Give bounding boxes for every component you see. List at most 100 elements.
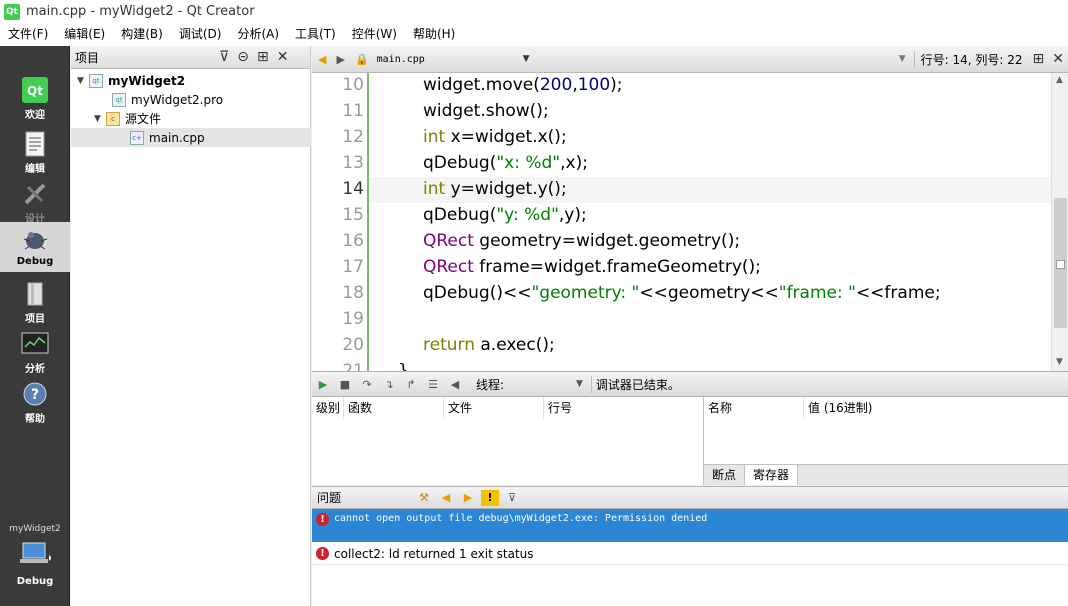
mode-debug[interactable]: Debug	[0, 222, 70, 272]
column-function[interactable]: 函数	[344, 397, 444, 419]
line-number[interactable]: 18	[312, 283, 364, 303]
error-icon: !	[316, 547, 329, 560]
line-number[interactable]: 13	[312, 153, 364, 173]
column-line[interactable]: 行号	[544, 397, 704, 419]
issues-list: ! cannot open output file debug\myWidget…	[312, 509, 1068, 606]
prev-issue-icon[interactable]: ◀	[437, 490, 455, 506]
mode-projects[interactable]: 项目	[0, 276, 70, 326]
issues-header: 问题 ⚒ ◀ ▶ ! ⊽	[312, 486, 1068, 509]
menu-bar: 文件(F) 编辑(E) 构建(B) 调试(D) 分析(A) 工具(T) 控件(W…	[0, 23, 1068, 46]
line-number[interactable]: 21	[312, 361, 364, 371]
step-out-icon[interactable]: ↱	[402, 376, 420, 392]
run-to-line-icon[interactable]: ☰	[424, 376, 442, 392]
column-name[interactable]: 名称	[704, 397, 804, 419]
cursor-position[interactable]: 行号: 14, 列号: 22	[913, 50, 1023, 68]
continue-icon[interactable]: ▶	[314, 376, 332, 392]
close-editor-icon[interactable]: ✕	[1052, 51, 1064, 67]
tree-item-pro-file[interactable]: qt myWidget2.pro	[71, 90, 311, 109]
code-token: "geometry: "	[531, 283, 640, 303]
forward-arrow-icon[interactable]: ▶	[336, 53, 344, 66]
menu-build[interactable]: 构建(B)	[113, 23, 171, 46]
build-issues-icon[interactable]: ⚒	[415, 490, 433, 506]
title-bar: Qt main.cpp - myWidget2 - Qt Creator	[0, 0, 1068, 23]
chevron-down-icon[interactable]: ▼	[523, 54, 530, 64]
mode-analyze[interactable]: 分析	[0, 326, 70, 376]
thread-combo-chevron-icon[interactable]: ▼	[576, 379, 583, 389]
filter-icon[interactable]: ⊽	[219, 49, 229, 65]
scroll-down-icon[interactable]: ▼	[1056, 357, 1063, 367]
tab-registers[interactable]: 寄存器	[745, 465, 799, 485]
step-into-icon[interactable]: ↴	[380, 376, 398, 392]
line-number[interactable]: 10	[312, 75, 364, 95]
issue-row[interactable]: ! collect2: ld returned 1 exit status	[312, 543, 1068, 565]
column-file[interactable]: 文件	[444, 397, 544, 419]
collapse-arrow-icon[interactable]: ▼	[94, 114, 106, 124]
line-number[interactable]: 20	[312, 335, 364, 355]
back-arrow-icon[interactable]: ◀	[318, 53, 326, 66]
thread-label: 线程:	[476, 377, 505, 392]
menu-widgets[interactable]: 控件(W)	[344, 23, 405, 46]
tab-breakpoints[interactable]: 断点	[704, 465, 746, 485]
code-token: );	[610, 75, 623, 95]
line-number[interactable]: 14	[312, 179, 364, 199]
line-number[interactable]: 16	[312, 231, 364, 251]
symbol-chevron-down-icon[interactable]: ▼	[899, 54, 906, 64]
close-icon[interactable]: ✕	[277, 49, 289, 65]
kit-mode: Debug	[16, 576, 54, 587]
code-line: QRect geometry=widget.geometry();	[423, 231, 740, 251]
debugger-status: 调试器已结束。	[590, 375, 680, 393]
tree-item-sources[interactable]: ▼ c 源文件	[71, 109, 311, 128]
column-level[interactable]: 级别	[312, 397, 344, 419]
stop-icon[interactable]: ■	[336, 376, 354, 392]
line-number[interactable]: 15	[312, 205, 364, 225]
column-value-hex[interactable]: 值 (16进制)	[804, 397, 1068, 419]
folder-icon: c	[106, 111, 120, 126]
menu-debug[interactable]: 调试(D)	[171, 23, 230, 46]
line-number[interactable]: 12	[312, 127, 364, 147]
code-line: qDebug("x: %d",x);	[423, 153, 588, 173]
next-issue-icon[interactable]: ▶	[459, 490, 477, 506]
menu-help[interactable]: 帮助(H)	[405, 23, 463, 46]
split-icon[interactable]: ⊞	[257, 49, 269, 65]
scroll-up-icon[interactable]: ▲	[1056, 75, 1063, 85]
mode-welcome[interactable]: Qt 欢迎	[0, 72, 70, 122]
menu-edit[interactable]: 编辑(E)	[56, 23, 113, 46]
menu-file[interactable]: 文件(F)	[0, 23, 56, 46]
reverse-icon[interactable]: ◀	[446, 376, 464, 392]
code-line: qDebug()<<"geometry: "<<geometry<<"frame…	[423, 283, 941, 303]
split-icon[interactable]: ⊞	[1033, 51, 1045, 67]
line-number[interactable]: 17	[312, 257, 364, 277]
issue-text: collect2: ld returned 1 exit status	[334, 547, 534, 561]
editor-toolbar: ◀ ▶ 🔒 main.cpp ▼ ▼ 行号: 14, 列号: 22 ⊞ ✕	[312, 46, 1068, 73]
menu-tools[interactable]: 工具(T)	[287, 23, 344, 46]
code-token: return	[423, 335, 475, 355]
code-editor[interactable]: 10 11 12 13 14 15 16 17 18 19 20 21 widget.move(200…	[312, 73, 1068, 371]
pro-file-icon: qt	[112, 92, 126, 107]
link-icon[interactable]: ⊝	[237, 49, 249, 65]
collapse-arrow-icon[interactable]: ▼	[77, 76, 89, 86]
filter-icon[interactable]: ⊽	[503, 490, 521, 506]
step-over-icon[interactable]: ↷	[358, 376, 376, 392]
mode-edit[interactable]: 编辑	[0, 126, 70, 176]
issue-row[interactable]: ! cannot open output file debug\myWidget…	[312, 509, 1068, 542]
menu-analyze[interactable]: 分析(A)	[229, 23, 287, 46]
mode-help[interactable]: ? 帮助	[0, 376, 70, 426]
code-token: }	[398, 361, 409, 371]
qt-app-icon: Qt	[4, 3, 20, 20]
code-token: ,x);	[560, 153, 588, 173]
kit-selector[interactable]: Debug	[0, 541, 70, 601]
open-file-combo[interactable]: main.cpp	[377, 54, 523, 65]
code-line: return a.exec();	[423, 335, 555, 355]
tree-item-project[interactable]: ▼ qt myWidget2	[71, 71, 311, 90]
line-number[interactable]: 19	[312, 309, 364, 329]
qt-creator-window: Qt main.cpp - myWidget2 - Qt Creator 文件(…	[0, 0, 1068, 606]
mode-design[interactable]: 设计	[0, 176, 70, 226]
warning-filter-icon[interactable]: !	[481, 489, 499, 506]
projects-header: 项目 ⊽ ⊝ ⊞ ✕	[71, 46, 310, 69]
vertical-scrollbar[interactable]: ▲ ▼	[1051, 73, 1068, 371]
tree-item-main-cpp[interactable]: c+ main.cpp	[71, 128, 311, 147]
analyze-monitor-icon	[21, 330, 49, 358]
line-number[interactable]: 11	[312, 101, 364, 121]
stack-view[interactable]: 级别 函数 文件 行号	[312, 397, 704, 485]
debugger-toolbar: ▶ ■ ↷ ↴ ↱ ☰ ◀ 线程: ▼ 调试器已结束。	[312, 371, 1068, 397]
